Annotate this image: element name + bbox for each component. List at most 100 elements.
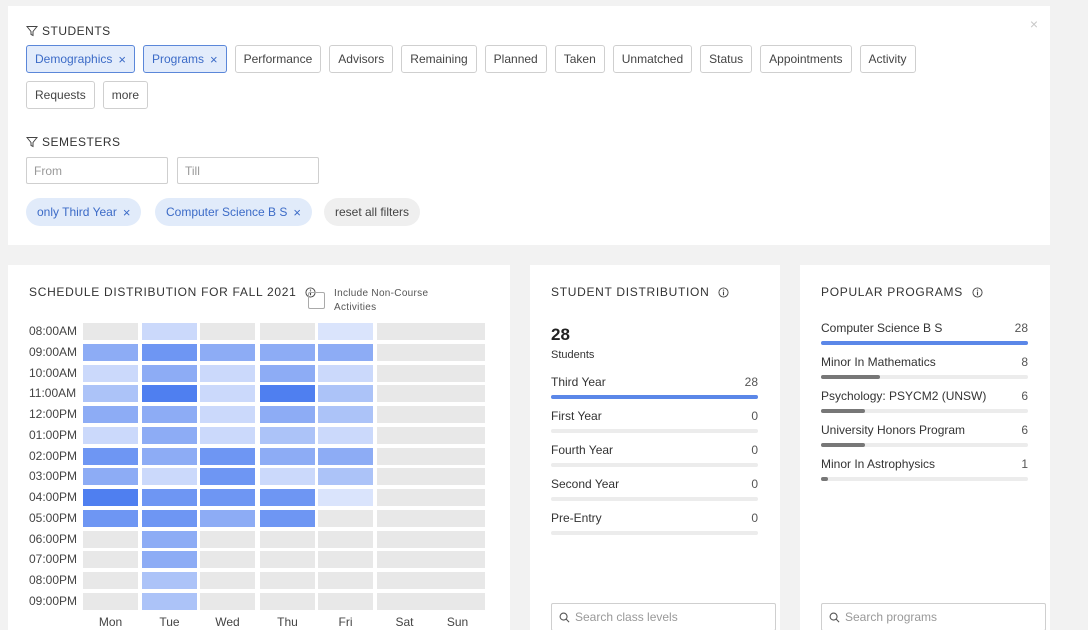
- bar-list-item[interactable]: First Year 0: [551, 409, 758, 439]
- bar-list-item[interactable]: Computer Science B S 28: [821, 321, 1028, 351]
- heatmap-cell[interactable]: [377, 572, 432, 589]
- bar-list-item[interactable]: Pre-Entry 0: [551, 511, 758, 541]
- heatmap-cell[interactable]: [200, 406, 255, 423]
- filter-chip-taken[interactable]: Taken: [554, 45, 605, 73]
- heatmap-cell[interactable]: [200, 343, 255, 361]
- info-icon[interactable]: [972, 286, 983, 298]
- heatmap-cell[interactable]: [83, 364, 138, 382]
- heatmap-cell[interactable]: [430, 406, 485, 423]
- heatmap-cell[interactable]: [377, 551, 432, 569]
- heatmap-cell[interactable]: [142, 426, 197, 444]
- heatmap-cell[interactable]: [142, 447, 197, 465]
- heatmap-cell[interactable]: [318, 385, 373, 403]
- heatmap-cell[interactable]: [377, 426, 432, 444]
- filter-chip-unmatched[interactable]: Unmatched: [612, 45, 693, 73]
- heatmap-cell[interactable]: [200, 592, 255, 610]
- heatmap-cell[interactable]: [377, 406, 432, 423]
- heatmap-cell[interactable]: [260, 385, 315, 403]
- heatmap-cell[interactable]: [200, 364, 255, 382]
- heatmap-cell[interactable]: [318, 592, 373, 610]
- heatmap-cell[interactable]: [430, 530, 485, 548]
- heatmap-cell[interactable]: [260, 426, 315, 444]
- heatmap-cell[interactable]: [318, 530, 373, 548]
- heatmap-cell[interactable]: [260, 489, 315, 506]
- heatmap-cell[interactable]: [142, 468, 197, 486]
- heatmap-cell[interactable]: [260, 468, 315, 486]
- heatmap-cell[interactable]: [83, 592, 138, 610]
- heatmap-cell[interactable]: [430, 426, 485, 444]
- heatmap-cell[interactable]: [430, 343, 485, 361]
- heatmap-cell[interactable]: [142, 385, 197, 403]
- heatmap-cell[interactable]: [430, 323, 485, 340]
- remove-filter-icon[interactable]: ×: [293, 205, 301, 220]
- filter-chip-advisors[interactable]: Advisors: [329, 45, 394, 73]
- heatmap-cell[interactable]: [377, 447, 432, 465]
- reset-filters-button[interactable]: reset all filters: [324, 198, 421, 226]
- heatmap-cell[interactable]: [83, 509, 138, 527]
- heatmap-cell[interactable]: [83, 551, 138, 569]
- heatmap-cell[interactable]: [200, 551, 255, 569]
- heatmap-cell[interactable]: [200, 489, 255, 506]
- heatmap-cell[interactable]: [83, 343, 138, 361]
- heatmap-cell[interactable]: [377, 343, 432, 361]
- filter-chip-more[interactable]: more: [102, 81, 149, 109]
- applied-filter-third-year[interactable]: only Third Year ×: [26, 198, 142, 226]
- heatmap-cell[interactable]: [430, 489, 485, 506]
- heatmap-cell[interactable]: [430, 447, 485, 465]
- heatmap-cell[interactable]: [377, 468, 432, 486]
- heatmap-cell[interactable]: [83, 426, 138, 444]
- heatmap-cell[interactable]: [318, 364, 373, 382]
- heatmap-cell[interactable]: [142, 530, 197, 548]
- heatmap-cell[interactable]: [430, 592, 485, 610]
- filter-chip-remaining[interactable]: Remaining: [401, 45, 477, 73]
- heatmap-cell[interactable]: [83, 447, 138, 465]
- filter-chip-performance[interactable]: Performance: [234, 45, 322, 73]
- heatmap-cell[interactable]: [260, 572, 315, 589]
- heatmap-cell[interactable]: [142, 364, 197, 382]
- heatmap-cell[interactable]: [83, 385, 138, 403]
- heatmap-cell[interactable]: [318, 406, 373, 423]
- filter-chip-status[interactable]: Status: [700, 45, 753, 73]
- filter-chip-demographics[interactable]: Demographics ×: [26, 45, 135, 73]
- heatmap-cell[interactable]: [260, 551, 315, 569]
- bar-list-item[interactable]: Psychology: PSYCM2 (UNSW) 6: [821, 389, 1028, 419]
- heatmap-cell[interactable]: [318, 509, 373, 527]
- bar-list-item[interactable]: Fourth Year 0: [551, 443, 758, 473]
- heatmap-cell[interactable]: [260, 343, 315, 361]
- heatmap-cell[interactable]: [142, 509, 197, 527]
- program-search-input[interactable]: [845, 610, 1035, 624]
- heatmap-cell[interactable]: [142, 323, 197, 340]
- semester-till-input[interactable]: [177, 157, 319, 184]
- bar-list-item[interactable]: Minor In Mathematics 8: [821, 355, 1028, 385]
- heatmap-cell[interactable]: [260, 530, 315, 548]
- info-icon[interactable]: [718, 286, 729, 298]
- heatmap-cell[interactable]: [318, 551, 373, 569]
- filter-chip-planned[interactable]: Planned: [484, 45, 547, 73]
- heatmap-cell[interactable]: [142, 551, 197, 569]
- heatmap-cell[interactable]: [142, 406, 197, 423]
- include-non-course-checkbox[interactable]: [308, 292, 325, 309]
- heatmap-cell[interactable]: [200, 572, 255, 589]
- heatmap-cell[interactable]: [430, 509, 485, 527]
- heatmap-cell[interactable]: [260, 406, 315, 423]
- heatmap-cell[interactable]: [142, 572, 197, 589]
- heatmap-cell[interactable]: [83, 323, 138, 340]
- filter-chip-activity[interactable]: Activity: [859, 45, 916, 73]
- heatmap-cell[interactable]: [318, 447, 373, 465]
- heatmap-cell[interactable]: [200, 468, 255, 486]
- heatmap-cell[interactable]: [318, 426, 373, 444]
- heatmap-cell[interactable]: [83, 489, 138, 506]
- heatmap-cell[interactable]: [377, 530, 432, 548]
- heatmap-cell[interactable]: [318, 468, 373, 486]
- heatmap-cell[interactable]: [377, 509, 432, 527]
- bar-list-item[interactable]: Minor In Astrophysics 1: [821, 457, 1028, 487]
- heatmap-cell[interactable]: [142, 343, 197, 361]
- heatmap-cell[interactable]: [200, 426, 255, 444]
- heatmap-cell[interactable]: [318, 572, 373, 589]
- heatmap-cell[interactable]: [430, 385, 485, 403]
- heatmap-cell[interactable]: [318, 323, 373, 340]
- heatmap-cell[interactable]: [200, 509, 255, 527]
- heatmap-cell[interactable]: [377, 592, 432, 610]
- filter-chip-appointments[interactable]: Appointments: [760, 45, 852, 73]
- bar-list-item[interactable]: University Honors Program 6: [821, 423, 1028, 453]
